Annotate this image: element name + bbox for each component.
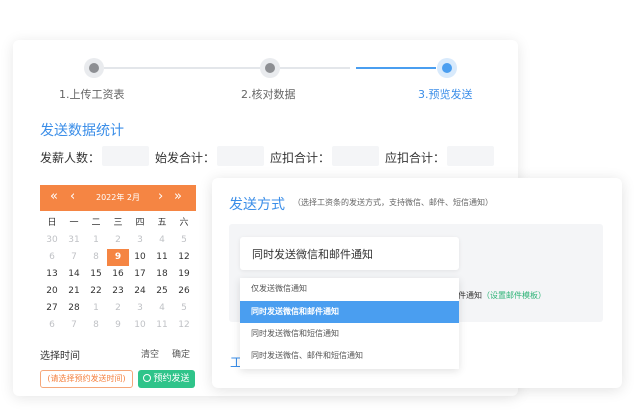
date-cell[interactable]: 3 bbox=[129, 232, 151, 249]
step-connector-3 bbox=[356, 67, 436, 69]
date-picker-header: « ‹ 2022年 2月 › » bbox=[40, 185, 196, 211]
date-cell[interactable]: 31 bbox=[63, 232, 85, 249]
date-cell[interactable]: 11 bbox=[151, 249, 173, 266]
date-cell[interactable]: 12 bbox=[173, 317, 195, 334]
stage: 1.上传工资表 2.核对数据 3.预览发送 发送数据统计 发薪人数： 始发合计：… bbox=[0, 0, 634, 415]
stats-value-deduct-1 bbox=[332, 146, 379, 166]
next-month-icon[interactable]: › bbox=[158, 189, 163, 205]
set-email-template-link[interactable]: （设置邮件模板） bbox=[482, 291, 546, 300]
panel-text-main: 件通知 bbox=[458, 291, 482, 300]
weekday-label: 六 bbox=[179, 218, 189, 228]
stats-label-headcount: 发薪人数： bbox=[40, 151, 101, 165]
step-3-dot[interactable] bbox=[437, 58, 457, 78]
date-cell[interactable]: 8 bbox=[85, 249, 107, 266]
date-cell[interactable]: 25 bbox=[151, 283, 173, 300]
date-cell[interactable]: 10 bbox=[129, 249, 151, 266]
date-cell[interactable]: 5 bbox=[173, 232, 195, 249]
date-cell[interactable]: 13 bbox=[41, 266, 63, 283]
stats-label-deduct-1: 应扣合计： bbox=[270, 151, 331, 165]
weekday-label: 四 bbox=[135, 218, 145, 228]
weekday-label: 二 bbox=[91, 218, 101, 228]
date-cell[interactable]: 16 bbox=[107, 266, 129, 283]
stats-label-deduct-2: 应扣合计： bbox=[385, 151, 446, 165]
date-cell[interactable]: 11 bbox=[151, 317, 173, 334]
date-cell[interactable]: 20 bbox=[41, 283, 63, 300]
date-cell[interactable]: 14 bbox=[63, 266, 85, 283]
weekday-label: 日 bbox=[47, 218, 57, 228]
date-cell[interactable]: 23 bbox=[107, 283, 129, 300]
stats-value-gross bbox=[217, 146, 264, 166]
selected-date-cell[interactable]: 9 bbox=[107, 249, 129, 266]
schedule-send-label: 预约发送 bbox=[153, 374, 190, 384]
stats-title: 发送数据统计 bbox=[40, 123, 124, 139]
date-picker-title: 2022年 2月 bbox=[96, 193, 140, 202]
step-2-label: 2.核对数据 bbox=[241, 88, 296, 101]
option-wechat-only[interactable]: 仅发送微信通知 bbox=[240, 278, 459, 300]
weekday-label: 三 bbox=[113, 218, 123, 228]
date-picker: « ‹ 2022年 2月 › » 日一二三四五六 30 31 1 2 3 4 5 6 7 8 9 10 1… bbox=[40, 185, 196, 345]
date-cell[interactable]: 6 bbox=[41, 317, 63, 334]
option-wechat-email[interactable]: 同时发送微信和邮件通知 bbox=[240, 301, 459, 323]
stats-value-headcount bbox=[102, 146, 149, 166]
date-cell[interactable]: 26 bbox=[173, 283, 195, 300]
week-row: 20 21 22 23 24 25 26 bbox=[41, 283, 195, 300]
step-3-label: 3.预览发送 bbox=[418, 88, 473, 101]
stats-label-gross: 始发合计： bbox=[155, 151, 216, 165]
date-grid: 日一二三四五六 30 31 1 2 3 4 5 6 7 8 9 10 11 12 13 14 15 16 17 18 19… bbox=[41, 215, 195, 334]
step-2-dot[interactable] bbox=[260, 58, 280, 78]
send-method-dropdown: 仅发送微信通知 同时发送微信和邮件通知 同时发送微信和短信通知 同时发送微信、邮… bbox=[240, 278, 459, 369]
date-cell[interactable]: 9 bbox=[107, 317, 129, 334]
date-cell[interactable]: 7 bbox=[63, 317, 85, 334]
date-cell[interactable]: 4 bbox=[151, 232, 173, 249]
date-cell[interactable]: 1 bbox=[85, 300, 107, 317]
step-1-dot[interactable] bbox=[84, 58, 104, 78]
clock-icon bbox=[143, 374, 152, 382]
send-method-hint: （选择工资条的发送方式，支持微信、邮件、短信通知） bbox=[293, 198, 493, 207]
schedule-send-button[interactable]: 预约发送 bbox=[138, 370, 195, 388]
week-row: 13 14 15 16 17 18 19 bbox=[41, 266, 195, 283]
date-cell[interactable]: 21 bbox=[63, 283, 85, 300]
date-cell[interactable]: 27 bbox=[41, 300, 63, 317]
date-cell[interactable]: 1 bbox=[85, 232, 107, 249]
date-cell[interactable]: 2 bbox=[107, 300, 129, 317]
date-cell[interactable]: 2 bbox=[107, 232, 129, 249]
schedule-hint-button[interactable]: (请选择预约发送时间) bbox=[40, 370, 133, 388]
option-wechat-email-sms[interactable]: 同时发送微信、邮件和短信通知 bbox=[240, 345, 459, 367]
date-cell[interactable]: 5 bbox=[173, 300, 195, 317]
date-cell[interactable]: 17 bbox=[129, 266, 151, 283]
panel-text: 件通知（设置邮件模板） bbox=[458, 290, 546, 301]
weekday-row: 日一二三四五六 bbox=[41, 215, 195, 232]
week-row: 6 7 8 9 10 11 12 bbox=[41, 317, 195, 334]
send-method-selected-value: 同时发送微信和邮件通知 bbox=[252, 248, 373, 261]
week-row: 27 28 1 2 3 4 5 bbox=[41, 300, 195, 317]
clear-button[interactable]: 清空 bbox=[141, 347, 159, 360]
next-year-icon[interactable]: » bbox=[174, 189, 182, 205]
option-wechat-sms[interactable]: 同时发送微信和短信通知 bbox=[240, 323, 459, 345]
weekday-label: 五 bbox=[157, 218, 167, 228]
step-connector-2 bbox=[280, 67, 350, 69]
send-method-title: 发送方式 bbox=[229, 197, 285, 213]
date-cell[interactable]: 30 bbox=[41, 232, 63, 249]
date-cell[interactable]: 3 bbox=[129, 300, 151, 317]
date-cell[interactable]: 12 bbox=[173, 249, 195, 266]
date-cell[interactable]: 4 bbox=[151, 300, 173, 317]
date-cell[interactable]: 10 bbox=[129, 317, 151, 334]
stats-value-deduct-2 bbox=[447, 146, 494, 166]
confirm-button[interactable]: 确定 bbox=[172, 347, 190, 360]
date-cell[interactable]: 18 bbox=[151, 266, 173, 283]
date-cell[interactable]: 6 bbox=[41, 249, 63, 266]
date-cell[interactable]: 15 bbox=[85, 266, 107, 283]
select-time-label[interactable]: 选择时间 bbox=[40, 347, 80, 362]
week-row: 6 7 8 9 10 11 12 bbox=[41, 249, 195, 266]
step-1-label: 1.上传工资表 bbox=[59, 88, 125, 101]
date-cell[interactable]: 7 bbox=[63, 249, 85, 266]
weekday-label: 一 bbox=[69, 218, 79, 228]
date-cell[interactable]: 22 bbox=[85, 283, 107, 300]
date-cell[interactable]: 28 bbox=[63, 300, 85, 317]
date-cell[interactable]: 8 bbox=[85, 317, 107, 334]
date-cell[interactable]: 19 bbox=[173, 266, 195, 283]
step-connector-1 bbox=[104, 67, 260, 69]
week-row: 30 31 1 2 3 4 5 bbox=[41, 232, 195, 249]
date-cell[interactable]: 24 bbox=[129, 283, 151, 300]
